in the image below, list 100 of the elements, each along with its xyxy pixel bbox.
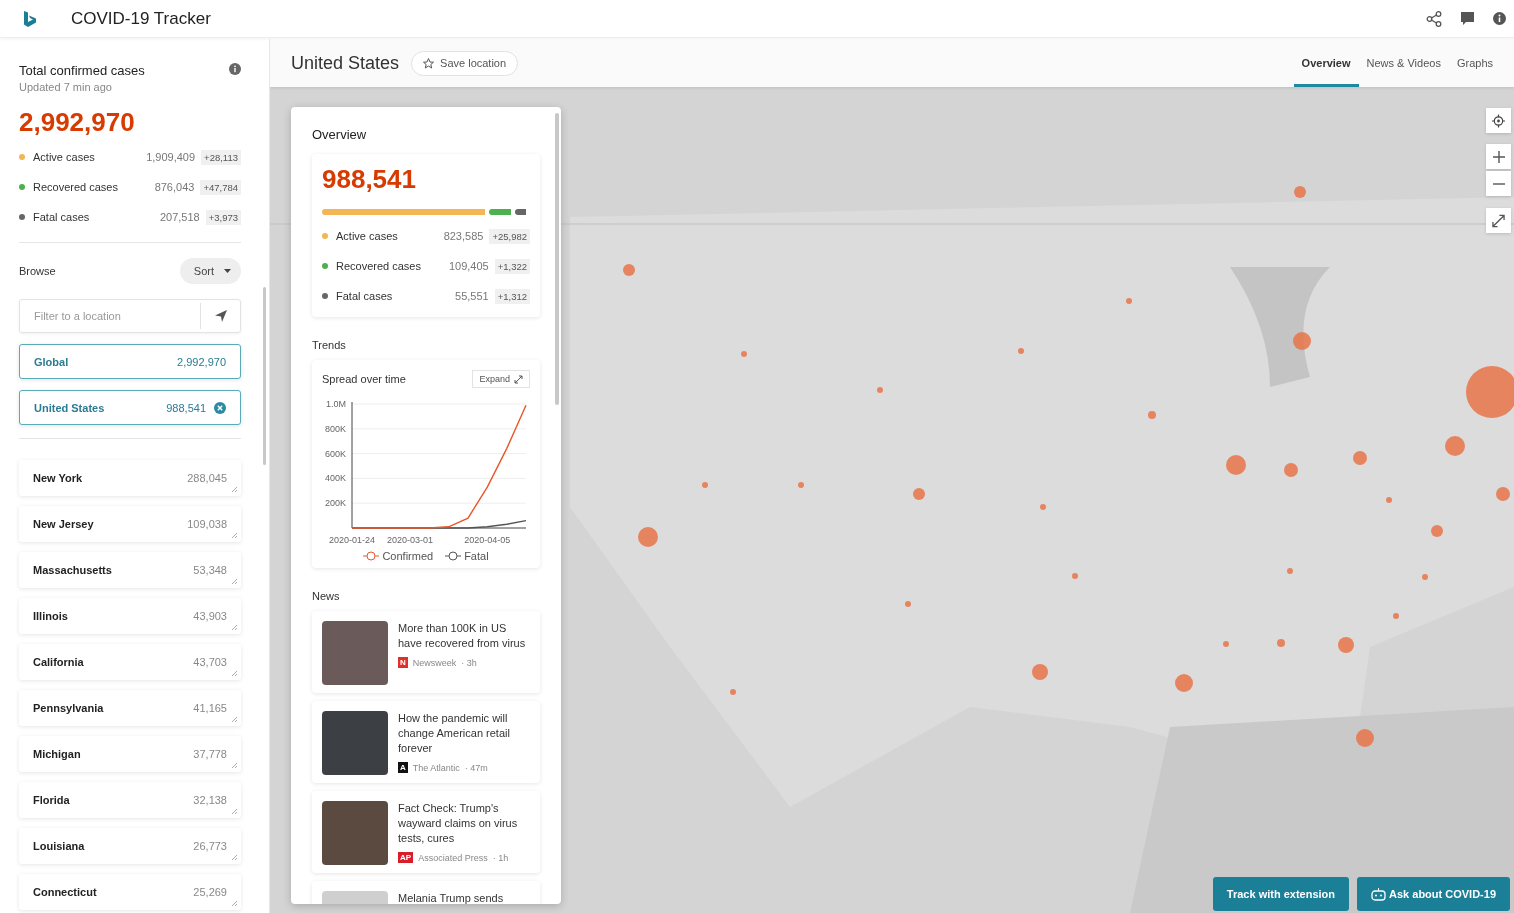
- updated-time: Updated 7 min ago: [19, 81, 113, 93]
- case-count: 26,773: [193, 840, 227, 852]
- share-icon[interactable]: [1426, 10, 1442, 27]
- case-count: 988,541: [166, 401, 206, 414]
- stat-value: 109,405: [448, 260, 489, 272]
- location-chip[interactable]: Global 2,992,970: [19, 344, 241, 379]
- case-count: 41,165: [193, 702, 227, 714]
- filter-input[interactable]: Filter to a location: [20, 309, 200, 323]
- source-logo: AP: [398, 852, 414, 863]
- news-headline[interactable]: How the pandemic will change American retail forever: [398, 711, 530, 756]
- news-card[interactable]: More than 100K in US have recovered from virus N Newsweek · 3h: [312, 611, 540, 693]
- location-item[interactable]: Michigan 37,778: [19, 736, 241, 772]
- info-icon[interactable]: [1493, 12, 1506, 25]
- star-icon: [423, 57, 435, 69]
- location-item[interactable]: New York 288,045: [19, 460, 241, 496]
- axis-label: 2020-01-24: [329, 535, 375, 545]
- news-source: The Atlantic: [412, 762, 460, 773]
- section-title: News: [312, 590, 341, 602]
- photo-placeholder: [322, 801, 388, 865]
- axis-label: 2020-04-05: [464, 535, 511, 545]
- save-location-button[interactable]: Save location: [411, 50, 519, 76]
- stat-change: +28,113: [201, 149, 241, 165]
- news-headline[interactable]: More than 100K in US have recovered from virus: [398, 621, 530, 651]
- location-item[interactable]: Connecticut 25,269: [19, 874, 241, 910]
- fullscreen-button[interactable]: [1486, 208, 1511, 233]
- chart-title: Spread over time: [322, 373, 406, 385]
- locate-button[interactable]: [1486, 108, 1511, 133]
- location-item[interactable]: California 43,703: [19, 644, 241, 680]
- stat-label: Recovered cases: [33, 181, 119, 193]
- trend-icon: [231, 578, 238, 585]
- location-name: Pennsylvania: [33, 702, 105, 714]
- axis-label: 800K: [324, 423, 346, 434]
- bing-logo-icon: [22, 9, 38, 28]
- photo-placeholder: [322, 621, 388, 685]
- extension-button[interactable]: Track with extension: [1212, 877, 1350, 911]
- case-count: 288,045: [187, 472, 227, 484]
- zoom-in-button[interactable]: [1486, 144, 1511, 169]
- remove-icon[interactable]: [214, 401, 226, 414]
- source-logo: A: [398, 762, 408, 773]
- stat-value: 876,043: [154, 181, 195, 193]
- case-count: 32,138: [193, 794, 227, 806]
- trend-icon: [231, 716, 238, 723]
- legend-label: Fatal: [464, 550, 489, 562]
- location-item[interactable]: New Jersey 109,038: [19, 506, 241, 542]
- legend-marker-icon: [445, 551, 462, 561]
- tab[interactable]: Graphs: [1448, 39, 1501, 87]
- location-item[interactable]: Illinois 43,903: [19, 598, 241, 634]
- news-age: · 47m: [464, 762, 488, 773]
- news-headline[interactable]: Fact Check: Trump's wayward claims on virus tests, cures: [398, 801, 530, 846]
- sort-button[interactable]: Sort: [179, 258, 241, 284]
- plus-icon: [1492, 150, 1505, 163]
- summary-title: Total confirmed cases: [19, 63, 145, 78]
- stat-value: 55,551: [455, 290, 489, 302]
- caret-icon: [224, 269, 231, 273]
- news-card[interactable]: Fact Check: Trump's wayward claims on virus tests, cures AP Associated Press · 1h: [312, 791, 540, 873]
- stat-change: +1,312: [494, 288, 530, 304]
- case-count: 109,038: [187, 518, 227, 530]
- filter-field[interactable]: Filter to a location: [19, 299, 241, 333]
- location-name: Massachusetts: [33, 564, 113, 576]
- stat-value: 1,909,409: [146, 151, 196, 163]
- stat-value: 207,518: [159, 211, 200, 223]
- location-name: Illinois: [33, 610, 69, 622]
- expand-button[interactable]: Expand: [472, 370, 530, 388]
- location-item[interactable]: Louisiana 26,773: [19, 828, 241, 864]
- legend-label: Confirmed: [382, 550, 434, 562]
- total-cases: 2,992,970: [19, 107, 136, 138]
- navigation-arrow-icon: [213, 309, 228, 323]
- location-title: United States: [291, 52, 400, 74]
- photo-placeholder: [322, 711, 388, 775]
- trend-icon: [231, 854, 238, 861]
- legend-marker-icon: [363, 551, 380, 561]
- chat-icon[interactable]: [1460, 11, 1475, 26]
- zoom-out-button[interactable]: [1486, 171, 1511, 196]
- trend-icon: [231, 670, 238, 677]
- axis-label: 600K: [324, 448, 346, 459]
- trend-icon: [231, 532, 238, 539]
- location-item[interactable]: Pennsylvania 41,165: [19, 690, 241, 726]
- news-card[interactable]: How the pandemic will change American retail forever A The Atlantic · 47m: [312, 701, 540, 783]
- case-count: 43,903: [193, 610, 227, 622]
- stat-change: +1,322: [494, 258, 530, 274]
- trend-icon: [231, 624, 238, 631]
- stat-label: Active cases: [336, 230, 399, 242]
- news-age: · 1h: [492, 852, 509, 863]
- ask-button[interactable]: Ask about COVID-19: [1357, 877, 1510, 911]
- expand-icon: [514, 374, 523, 384]
- news-age: · 3h: [461, 657, 477, 668]
- axis-label: 200K: [324, 498, 346, 509]
- tab[interactable]: News & Videos: [1358, 39, 1449, 87]
- location-item[interactable]: Massachusetts 53,348: [19, 552, 241, 588]
- location-name: New Jersey: [33, 518, 95, 530]
- info-icon[interactable]: [229, 63, 241, 75]
- stat-label: Active cases: [33, 151, 96, 163]
- section-title: Trends: [312, 339, 347, 351]
- location-item[interactable]: Florida 32,138: [19, 782, 241, 818]
- location-name: Connecticut: [33, 886, 98, 898]
- case-count: 25,269: [193, 886, 227, 898]
- stat-value: 823,585: [443, 230, 484, 242]
- news-card[interactable]: Melania Trump sends: [312, 881, 540, 904]
- news-headline[interactable]: Melania Trump sends: [398, 891, 504, 904]
- location-chip[interactable]: United States 988,541: [19, 390, 241, 425]
